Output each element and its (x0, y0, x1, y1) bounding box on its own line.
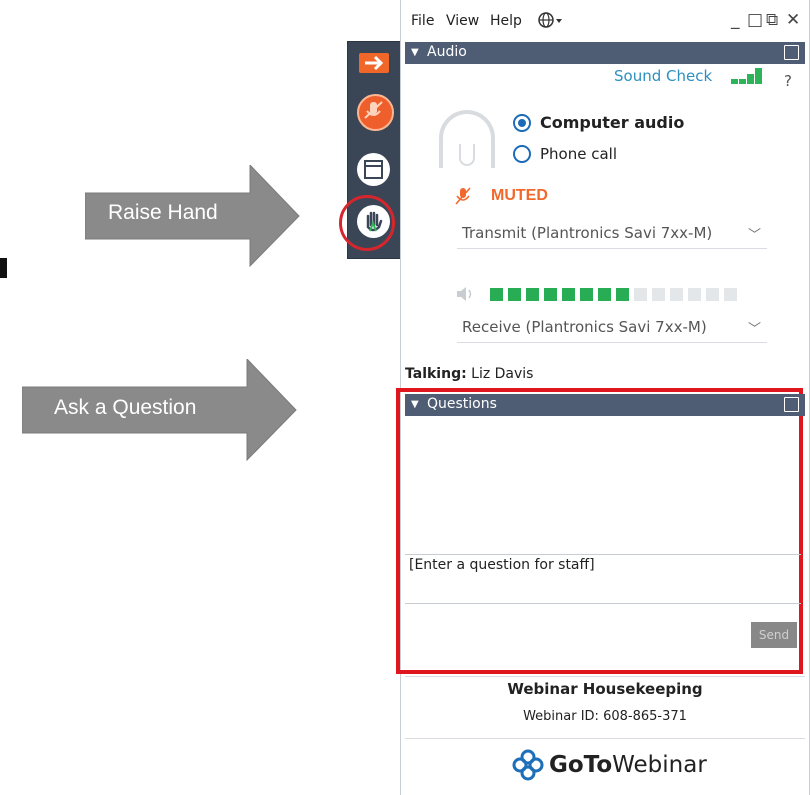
divider (405, 738, 805, 739)
mic-muted-icon[interactable] (455, 186, 471, 210)
speaker-level-segment (580, 288, 593, 301)
speaker-level-segment (508, 288, 521, 301)
computer-audio-label[interactable]: Computer audio (540, 113, 684, 132)
computer-audio-radio[interactable] (513, 114, 531, 132)
minimize-button[interactable]: _ (731, 10, 740, 30)
panel-window-icon[interactable] (357, 153, 390, 186)
headset-mic-icon (459, 144, 475, 166)
speaker-level-segment (562, 288, 575, 301)
speaker-icon (455, 286, 475, 306)
speaker-level-segment (526, 288, 539, 301)
collapse-triangle-icon: ▼ (411, 47, 419, 58)
questions-section-title: Questions (427, 396, 497, 412)
popout-icon[interactable] (784, 45, 799, 60)
brand-light: Webinar (612, 752, 707, 778)
globe-icon[interactable] (537, 11, 563, 33)
phone-call-label[interactable]: Phone call (540, 145, 617, 163)
popout-icon[interactable] (784, 397, 799, 412)
talking-label: Talking: (405, 366, 467, 382)
speaker-level-segment (490, 288, 503, 301)
gotowebinar-flower-icon (512, 749, 544, 781)
muted-status: MUTED (491, 187, 548, 204)
raise-hand-highlight (339, 195, 395, 251)
send-button[interactable]: Send (751, 622, 797, 648)
audio-section-header[interactable]: ▼ Audio (405, 42, 805, 64)
audio-section-title: Audio (427, 44, 467, 60)
chevron-down-icon: ﹀ (747, 228, 761, 243)
speaker-level-segment (598, 288, 611, 301)
webinar-id: Webinar ID: 608-865-371 (523, 709, 687, 724)
help-question-mark[interactable]: ? (784, 72, 792, 90)
exit-arrow-icon[interactable] (359, 53, 389, 73)
transmit-device-value: Transmit (Plantronics Savi 7xx-M) (462, 224, 713, 242)
sound-check-link[interactable]: Sound Check (614, 67, 712, 85)
questions-section-header[interactable]: ▼ Questions (405, 394, 805, 416)
chevron-down-icon: ﹀ (747, 322, 761, 337)
speaker-level-segment (724, 288, 737, 301)
signal-strength-icon (731, 68, 763, 84)
collapse-triangle-icon: ▼ (411, 399, 419, 410)
phone-call-radio[interactable] (513, 145, 531, 163)
popout-button[interactable]: ⧉ (766, 10, 778, 30)
brand-bold: GoTo (549, 752, 613, 778)
ask-question-label: Ask a Question (54, 396, 197, 419)
maximize-button[interactable]: □ (747, 10, 763, 30)
control-panel: File View Help _ □ ⧉ ✕ ▼ Audio Sound Che… (396, 0, 810, 795)
questions-log (405, 417, 801, 553)
menu-view[interactable]: View (446, 13, 479, 29)
speaker-level-segment (706, 288, 719, 301)
talking-name: Liz Davis (471, 366, 534, 382)
menu-help[interactable]: Help (490, 13, 522, 29)
close-button[interactable]: ✕ (786, 10, 800, 30)
question-input[interactable]: [Enter a question for staff] (405, 554, 801, 604)
transmit-device-select[interactable]: Transmit (Plantronics Savi 7xx-M) ﹀ (457, 218, 767, 249)
speaker-level-segment (616, 288, 629, 301)
receive-device-value: Receive (Plantronics Savi 7xx-M) (462, 318, 707, 336)
speaker-level-segment (670, 288, 683, 301)
mic-muted-icon[interactable] (357, 94, 394, 131)
speaker-level-segment (544, 288, 557, 301)
divider (405, 676, 805, 677)
speaker-level-segment (634, 288, 647, 301)
footer-title: Webinar Housekeeping (507, 680, 703, 698)
receive-device-select[interactable]: Receive (Plantronics Savi 7xx-M) ﹀ (457, 312, 767, 343)
speaker-level-segment (688, 288, 701, 301)
edge-mark (0, 258, 7, 278)
talking-indicator: Talking: Liz Davis (405, 366, 533, 382)
menu-file[interactable]: File (411, 13, 434, 29)
raise-hand-label: Raise Hand (108, 201, 218, 224)
speaker-level-segment (652, 288, 665, 301)
menu-bar: File View Help _ □ ⧉ ✕ (401, 8, 809, 34)
